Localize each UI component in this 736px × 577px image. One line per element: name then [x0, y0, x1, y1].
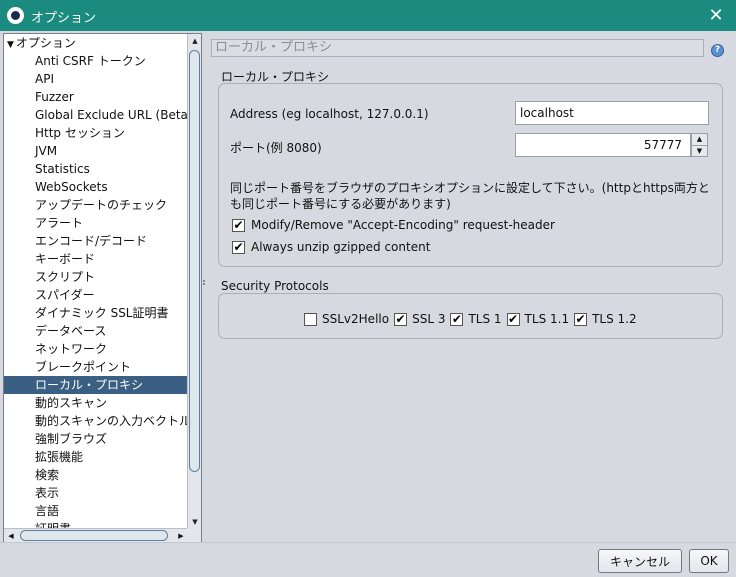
tree-horizontal-scrollbar[interactable]: ◀ ▶ — [4, 528, 188, 542]
address-input[interactable]: localhost — [515, 101, 709, 125]
protocol-label: SSLv2Hello — [322, 312, 390, 326]
tree-item[interactable]: 動的スキャン — [4, 394, 188, 412]
address-label: Address (eg localhost, 127.0.0.1) — [230, 107, 429, 121]
help-icon[interactable]: ? — [711, 44, 724, 57]
port-note-line1: 同じポート番号をブラウザのプロキシオプションに設定して下さい。(httpとhtt… — [230, 181, 710, 195]
protocol-checkbox[interactable] — [304, 312, 317, 326]
tree-item[interactable]: 検索 — [4, 466, 188, 484]
tree-item[interactable]: API — [4, 70, 188, 88]
tree-item[interactable]: アラート — [4, 214, 188, 232]
tree-item[interactable]: Fuzzer — [4, 88, 188, 106]
accept-encoding-option[interactable]: ✔ Modify/Remove "Accept-Encoding" reques… — [232, 217, 555, 233]
horizontal-scroll-thumb[interactable] — [20, 530, 168, 541]
split-pane-handle[interactable] — [202, 279, 206, 287]
port-note: 同じポート番号をブラウザのプロキシオプションに設定して下さい。(httpとhtt… — [230, 180, 710, 212]
expand-triangle-icon[interactable]: ▼ — [7, 40, 14, 50]
protocol-option[interactable]: ✔ SSL 3 — [394, 312, 445, 326]
title-bar: オプション ✕ — [0, 0, 736, 31]
tree-list: ▼ オプション Anti CSRF トークン API Fuzzer Global Exc… — [4, 34, 188, 530]
protocol-checkbox[interactable]: ✔ — [506, 312, 520, 326]
tree-item[interactable]: Anti CSRF トークン — [4, 52, 188, 70]
scroll-right-icon[interactable]: ▶ — [175, 530, 187, 542]
tree-item[interactable]: スクリプト — [4, 268, 188, 286]
tree-item[interactable]: アップデートのチェック — [4, 196, 188, 214]
tree-item[interactable]: 言語 — [4, 502, 188, 520]
scroll-up-icon[interactable]: ▲ — [189, 35, 201, 48]
window-title: オプション — [31, 11, 97, 26]
panel-header: ローカル・プロキシ — [211, 39, 704, 57]
ok-button[interactable]: OK — [689, 549, 729, 573]
tree-item[interactable]: ローカル・プロキシ — [4, 376, 188, 394]
tree-item[interactable]: Global Exclude URL (Beta) — [4, 106, 188, 124]
tree-item[interactable]: Http セッション — [4, 124, 188, 142]
protocol-label: TLS 1.1 — [524, 312, 570, 326]
scroll-corner — [187, 528, 201, 542]
cancel-button[interactable]: キャンセル — [598, 549, 682, 573]
tree-item[interactable]: ブレークポイント — [4, 358, 188, 376]
protocol-option[interactable]: ✔ TLS 1.1 — [506, 312, 570, 326]
unzip-gzip-option[interactable]: ✔ Always unzip gzipped content — [232, 239, 430, 255]
tree-item[interactable]: WebSockets — [4, 178, 188, 196]
tree-root-label: オプション — [15, 36, 76, 50]
protocol-list: SSLv2Hello ✔ SSL 3 ✔ TLS 1 ✔ TLS 1.1 ✔ TLS 1.2 — [304, 311, 642, 327]
vertical-scroll-thumb[interactable] — [189, 50, 200, 472]
spin-up-icon[interactable]: ▲ — [692, 134, 707, 145]
tree-item[interactable]: キーボード — [4, 250, 188, 268]
tree-item[interactable]: 表示 — [4, 484, 188, 502]
unzip-gzip-checkbox[interactable]: ✔ — [232, 240, 245, 254]
app-logo-icon — [7, 7, 24, 24]
options-tree: ▼ オプション Anti CSRF トークン API Fuzzer Global Exc… — [3, 33, 202, 543]
tree-item[interactable]: エンコード/デコード — [4, 232, 188, 250]
port-input[interactable]: 57777 — [515, 133, 691, 157]
tree-item[interactable]: データベース — [4, 322, 188, 340]
button-bar-divider — [0, 542, 736, 543]
tree-item[interactable]: ネットワーク — [4, 340, 188, 358]
spin-down-icon[interactable]: ▼ — [692, 146, 707, 157]
protocol-label: TLS 1 — [468, 312, 502, 326]
protocol-option[interactable]: SSLv2Hello — [304, 312, 389, 326]
unzip-gzip-label: Always unzip gzipped content — [251, 240, 431, 254]
protocol-option[interactable]: ✔ TLS 1 — [450, 312, 502, 326]
accept-encoding-label: Modify/Remove "Accept-Encoding" request-… — [251, 218, 555, 232]
tree-item[interactable]: 動的スキャンの入力ベクトル — [4, 412, 188, 430]
protocol-checkbox[interactable]: ✔ — [394, 312, 408, 326]
port-label: ポート(例 8080) — [230, 141, 322, 155]
close-icon[interactable]: ✕ — [696, 0, 736, 31]
protocol-checkbox[interactable]: ✔ — [574, 312, 588, 326]
tree-item[interactable]: 拡張機能 — [4, 448, 188, 466]
port-spinner[interactable]: ▲ ▼ — [691, 133, 708, 157]
options-dialog: ▼ オプション Anti CSRF トークン API Fuzzer Global Exc… — [0, 31, 736, 577]
tree-item[interactable]: ダイナミック SSL証明書 — [4, 304, 188, 322]
scroll-left-icon[interactable]: ◀ — [5, 530, 17, 542]
protocol-option[interactable]: ✔ TLS 1.2 — [574, 312, 637, 326]
protocol-label: TLS 1.2 — [592, 312, 637, 326]
protocol-checkbox[interactable]: ✔ — [450, 312, 464, 326]
port-note-line2: も同じポート番号にする必要があります) — [230, 197, 451, 211]
tree-vertical-scrollbar[interactable]: ▲ ▼ — [187, 34, 201, 530]
accept-encoding-checkbox[interactable]: ✔ — [232, 218, 245, 232]
security-group-label: Security Protocols — [221, 279, 329, 293]
tree-item[interactable]: スパイダー — [4, 286, 188, 304]
tree-item[interactable]: Statistics — [4, 160, 188, 178]
protocol-label: SSL 3 — [412, 312, 446, 326]
tree-root[interactable]: ▼ オプション — [4, 34, 188, 52]
tree-item[interactable]: JVM — [4, 142, 188, 160]
tree-item[interactable]: 強制ブラウズ — [4, 430, 188, 448]
